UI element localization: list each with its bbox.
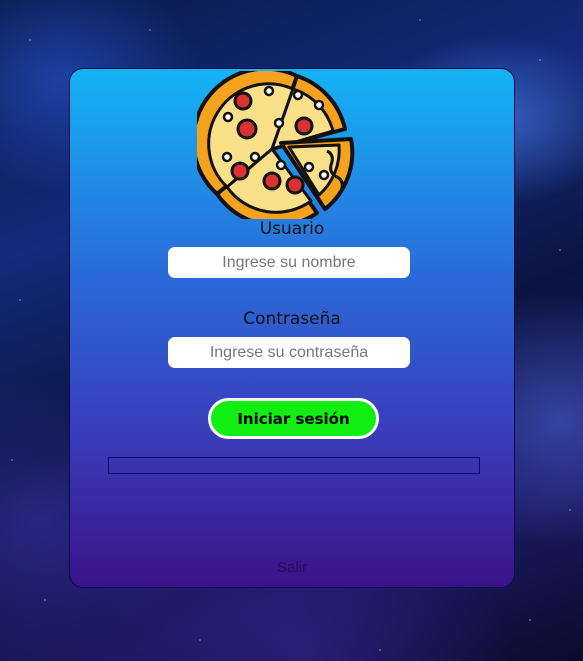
progress-bar (108, 457, 480, 474)
login-card: Usuario Contraseña Iniciar sesión Salir (69, 68, 515, 588)
pizza-icon (197, 71, 355, 219)
username-input[interactable] (168, 247, 410, 278)
password-label: Contraseña (243, 309, 341, 329)
login-button[interactable]: Iniciar sesión (208, 398, 379, 439)
password-input[interactable] (168, 337, 410, 368)
exit-link[interactable]: Salir (70, 559, 514, 576)
username-label: Usuario (259, 219, 325, 239)
